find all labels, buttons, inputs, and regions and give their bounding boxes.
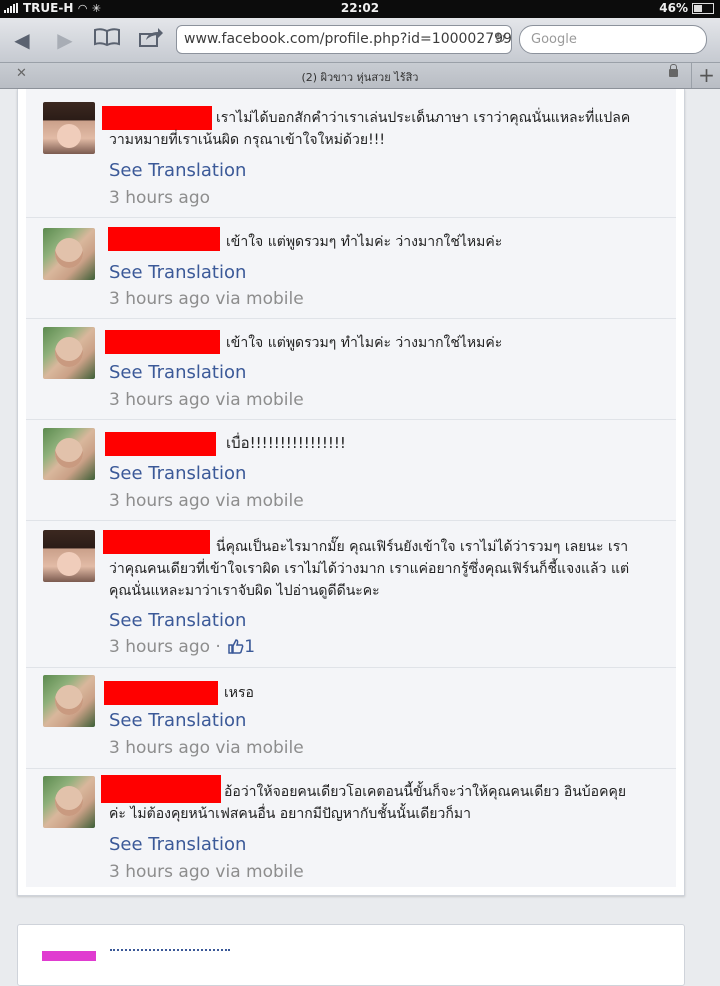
- comment-item: เหรอ See Translation 3 hours ago via mob…: [26, 667, 676, 769]
- redacted-name: [108, 227, 220, 251]
- comment-timestamp[interactable]: 3 hours ago via mobile: [109, 491, 304, 511]
- comment-text-line: วามหมายที่เราเน้นผิด กรุณาเข้าใจใหม่ด้วย…: [109, 132, 385, 148]
- redacted-name: [103, 530, 210, 554]
- comment-item: อ้อว่าให้จอยคนเดียวโอเคตอนนี้ขั้นก็จะว่า…: [26, 768, 676, 887]
- comment-text-line: อ้อว่าให้จอยคนเดียวโอเคตอนนี้ขั้นก็จะว่า…: [224, 784, 627, 800]
- avatar[interactable]: [43, 530, 95, 582]
- tab-title[interactable]: (2) ผิวขาว หุ่นสวย ไร้สิว: [0, 68, 720, 86]
- browser-toolbar: ◀ ▶ www.facebook.com/profile.php?id=1000…: [0, 18, 720, 63]
- comment-text-line: นี่คุณเป็นอะไรมากมั๊ย คุณเฟิร์นยังเข้าใจ…: [216, 539, 629, 555]
- tab-bar: ✕ (2) ผิวขาว หุ่นสวย ไร้สิว +: [0, 63, 720, 89]
- avatar[interactable]: [43, 102, 95, 154]
- comment-text-line: เราไม่ได้บอกสักคำว่าเราเล่นประเด็นภาษา เ…: [216, 110, 631, 126]
- thumbs-up-icon[interactable]: [228, 638, 244, 659]
- see-translation-link[interactable]: See Translation: [109, 262, 246, 283]
- comment-item: เข้าใจ แต่พูดรวมๆ ทำไมค่ะ ว่างมากใช่ไหมค…: [26, 217, 676, 319]
- reload-icon[interactable]: ↻: [494, 26, 506, 53]
- comment-text: เข้าใจ แต่พูดรวมๆ ทำไมค่ะ ว่างมากใช่ไหมค…: [226, 234, 503, 250]
- back-arrow-icon[interactable]: ◀: [8, 26, 36, 54]
- comment-timestamp: 3 hours ago · 1: [109, 637, 255, 659]
- see-translation-link[interactable]: See Translation: [109, 710, 246, 731]
- comment-text-line: ว่าคุณคนเดียวที่เข้าใจเราผิด เราไม่ได้ว่…: [109, 561, 630, 577]
- redacted-name: [105, 432, 216, 456]
- forward-arrow-icon[interactable]: ▶: [51, 26, 79, 54]
- search-placeholder: Google: [531, 32, 577, 47]
- battery-percent: 46%: [659, 1, 688, 15]
- clock: 22:02: [340, 1, 380, 15]
- comment-item: เบื่อ!!!!!!!!!!!!!!!! See Translation 3 …: [26, 419, 676, 521]
- avatar[interactable]: [43, 675, 95, 727]
- post-author-link[interactable]: [110, 949, 230, 963]
- see-translation-link[interactable]: See Translation: [109, 362, 246, 383]
- comment-text-line: ค่ะ ไม่ต้องคุยหน้าเฟสคนอื่น อยากมีปัญหาก…: [109, 806, 471, 822]
- url-field[interactable]: www.facebook.com/profile.php?id=10000279…: [176, 25, 512, 54]
- redacted-name: [104, 681, 218, 705]
- comments-list: เราไม่ได้บอกสักคำว่าเราเล่นประเด็นภาษา เ…: [26, 89, 676, 887]
- comment-item: นี่คุณเป็นอะไรมากมั๊ย คุณเฟิร์นยังเข้าใจ…: [26, 520, 676, 668]
- search-field[interactable]: Google: [519, 25, 707, 54]
- next-post-panel: [17, 924, 685, 986]
- bookmarks-book-icon[interactable]: [93, 26, 121, 54]
- comment-text: เหรอ: [224, 685, 254, 701]
- redacted-name: [101, 775, 221, 803]
- avatar[interactable]: [43, 327, 95, 379]
- see-translation-link[interactable]: See Translation: [109, 610, 246, 631]
- comment-text: เข้าใจ แต่พูดรวมๆ ทำไมค่ะ ว่างมากใช่ไหมค…: [226, 335, 503, 351]
- comment-timestamp[interactable]: 3 hours ago: [109, 188, 210, 208]
- status-bar: TRUE-H ◠ ✳ 22:02 46%: [0, 0, 720, 18]
- avatar[interactable]: [43, 228, 95, 280]
- battery-icon: [692, 2, 714, 14]
- comments-panel: เราไม่ได้บอกสักคำว่าเราเล่นประเด็นภาษา เ…: [17, 89, 685, 896]
- redacted-name: [105, 330, 220, 354]
- like-count[interactable]: 1: [244, 637, 255, 657]
- comment-text-line: คุณนั่นแหละมาว่าเราจับผิด ไปอ่านดูดีดีนะ…: [109, 583, 380, 599]
- see-translation-link[interactable]: See Translation: [109, 160, 246, 181]
- avatar[interactable]: [43, 428, 95, 480]
- avatar[interactable]: [43, 776, 95, 828]
- new-tab-icon[interactable]: +: [691, 63, 720, 88]
- lock-icon: [669, 64, 678, 77]
- comment-item: เข้าใจ แต่พูดรวมๆ ทำไมค่ะ ว่างมากใช่ไหมค…: [26, 318, 676, 420]
- comment-timestamp[interactable]: 3 hours ago via mobile: [109, 862, 304, 882]
- timestamp-text[interactable]: 3 hours ago ·: [109, 637, 221, 657]
- redacted-name: [102, 106, 212, 130]
- url-text: www.facebook.com/profile.php?id=10000279…: [184, 31, 512, 47]
- comment-timestamp[interactable]: 3 hours ago via mobile: [109, 289, 304, 309]
- comment-timestamp[interactable]: 3 hours ago via mobile: [109, 738, 304, 758]
- share-icon[interactable]: [137, 26, 165, 54]
- comment-item: เราไม่ได้บอกสักคำว่าเราเล่นประเด็นภาษา เ…: [26, 89, 676, 218]
- comment-timestamp[interactable]: 3 hours ago via mobile: [109, 390, 304, 410]
- see-translation-link[interactable]: See Translation: [109, 463, 246, 484]
- see-translation-link[interactable]: See Translation: [109, 834, 246, 855]
- comment-text: เบื่อ!!!!!!!!!!!!!!!!: [226, 434, 346, 452]
